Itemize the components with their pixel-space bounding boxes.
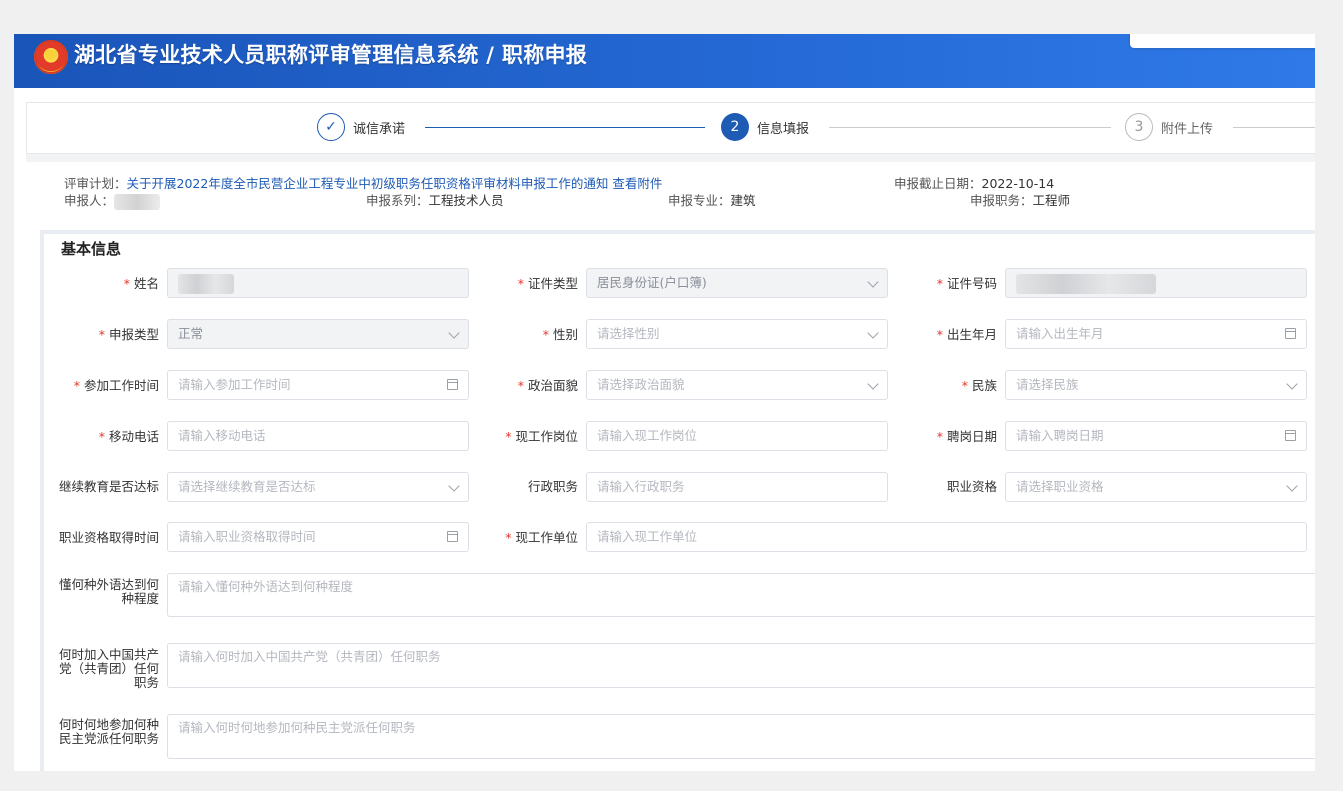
language-textarea[interactable]: 请输入懂何种外语达到何种程度 <box>167 573 1315 617</box>
apply-major: 申报专业：建筑 <box>668 193 756 208</box>
qualification-label: 职业资格 <box>946 479 997 494</box>
admin-duty-input[interactable]: 请输入行政职务 <box>586 472 888 502</box>
ethnic-select[interactable]: 请选择民族 <box>1005 370 1307 400</box>
user-panel[interactable] <box>1130 34 1315 48</box>
edu-select[interactable]: 请选择继续教育是否达标 <box>167 472 469 502</box>
work-start-label: * 参加工作时间 <box>73 378 159 393</box>
chevron-down-icon <box>1286 378 1298 390</box>
democratic-label: 何时何地参加何种民主党派任何职务 <box>58 717 159 746</box>
apply-type-label: * 申报类型 <box>98 327 159 342</box>
work-start-date-picker[interactable]: 请输入参加工作时间 <box>167 370 469 400</box>
step-number: 3 <box>1125 113 1153 141</box>
calendar-icon <box>1285 430 1296 441</box>
app-header: 湖北省专业技术人员职称评审管理信息系统 / 职称申报 <box>14 34 1315 88</box>
step-connector <box>829 127 1111 128</box>
app-frame: 湖北省专业技术人员职称评审管理信息系统 / 职称申报 ✓ 诚信承诺 2 信息填报… <box>14 34 1315 771</box>
employer-input[interactable]: 请输入现工作单位 <box>586 522 1307 552</box>
basic-info-section: 基本信息 * 姓名 * 证件类型 居民身份证(户口簿) * 证件号码 * 申报类型 正常… <box>40 230 1315 771</box>
calendar-icon <box>1285 328 1296 339</box>
language-label: 懂何种外语达到何种程度 <box>58 577 159 606</box>
divider <box>26 154 1315 162</box>
check-icon: ✓ <box>317 113 345 141</box>
admin-duty-label: 行政职务 <box>527 479 578 494</box>
id-type-label: * 证件类型 <box>517 276 578 291</box>
gender-select[interactable]: 请选择性别 <box>586 319 888 349</box>
system-title: 湖北省专业技术人员职称评审管理信息系统 / 职称申报 <box>74 43 588 67</box>
mobile-input[interactable]: 请输入移动电话 <box>167 421 469 451</box>
apply-position: 申报职务：工程师 <box>970 193 1071 208</box>
qual-time-date-picker[interactable]: 请输入职业资格取得时间 <box>167 522 469 552</box>
post-input[interactable]: 请输入现工作岗位 <box>586 421 888 451</box>
chevron-down-icon <box>1286 480 1298 492</box>
step-label: 信息填报 <box>757 121 810 137</box>
post-label: * 现工作岗位 <box>505 429 578 444</box>
chevron-down-icon <box>448 327 460 339</box>
application-summary: 评审计划：关于开展2022年度全市民营企业工程专业中初级职务任职资格评审材料申报… <box>26 162 1315 218</box>
view-attachment-link[interactable]: 查看附件 <box>612 176 662 191</box>
calendar-icon <box>447 531 458 542</box>
ethnic-label: * 民族 <box>961 378 997 393</box>
step-progress: ✓ 诚信承诺 2 信息填报 3 附件上传 <box>26 102 1315 154</box>
edu-label: 继续教育是否达标 <box>58 479 159 494</box>
calendar-icon <box>447 379 458 390</box>
step-info-fill[interactable]: 2 信息填报 <box>721 113 809 141</box>
national-emblem-icon <box>34 40 68 74</box>
mobile-label: * 移动电话 <box>98 429 159 444</box>
qual-time-label: 职业资格取得时间 <box>58 530 159 545</box>
step-attachment-upload[interactable]: 3 附件上传 <box>1125 113 1213 141</box>
apply-series: 申报系列：工程技术人员 <box>366 193 504 208</box>
step-connector <box>425 127 705 128</box>
chevron-down-icon <box>867 276 879 288</box>
qualification-select[interactable]: 请选择职业资格 <box>1005 472 1307 502</box>
party-textarea[interactable]: 请输入何时加入中国共产党（共青团）任何职务 <box>167 643 1315 688</box>
applicant: 申报人： <box>64 190 161 210</box>
name-input[interactable] <box>167 268 469 298</box>
chevron-down-icon <box>448 480 460 492</box>
step-label: 附件上传 <box>1161 121 1214 137</box>
gender-label: * 性别 <box>542 327 578 342</box>
political-label: * 政治面貌 <box>517 378 578 393</box>
birth-label: * 出生年月 <box>936 327 997 342</box>
party-label: 何时加入中国共产党（共青团）任何职务 <box>58 647 159 690</box>
step-integrity-pledge[interactable]: ✓ 诚信承诺 <box>317 113 405 141</box>
hire-date-picker[interactable]: 请输入聘岗日期 <box>1005 421 1307 451</box>
birth-date-picker[interactable]: 请输入出生年月 <box>1005 319 1307 349</box>
political-select[interactable]: 请选择政治面貌 <box>586 370 888 400</box>
id-number-input[interactable] <box>1005 268 1307 298</box>
redacted-name <box>114 193 161 210</box>
plan-notice-link[interactable]: 关于开展2022年度全市民营企业工程专业中初级职务任职资格评审材料申报工作的通知 <box>127 176 609 191</box>
section-title: 基本信息 <box>61 240 122 258</box>
name-label: * 姓名 <box>123 276 159 291</box>
chevron-down-icon <box>867 327 879 339</box>
id-number-label: * 证件号码 <box>936 276 997 291</box>
step-label: 诚信承诺 <box>353 121 406 137</box>
apply-type-select[interactable]: 正常 <box>167 319 469 349</box>
step-connector <box>1233 127 1315 128</box>
democratic-textarea[interactable]: 请输入何时何地参加何种民主党派任何职务 <box>167 714 1315 759</box>
step-number: 2 <box>721 113 749 141</box>
chevron-down-icon <box>867 378 879 390</box>
hire-date-label: * 聘岗日期 <box>936 429 997 444</box>
employer-label: * 现工作单位 <box>505 530 578 545</box>
id-type-select[interactable]: 居民身份证(户口簿) <box>586 268 888 298</box>
